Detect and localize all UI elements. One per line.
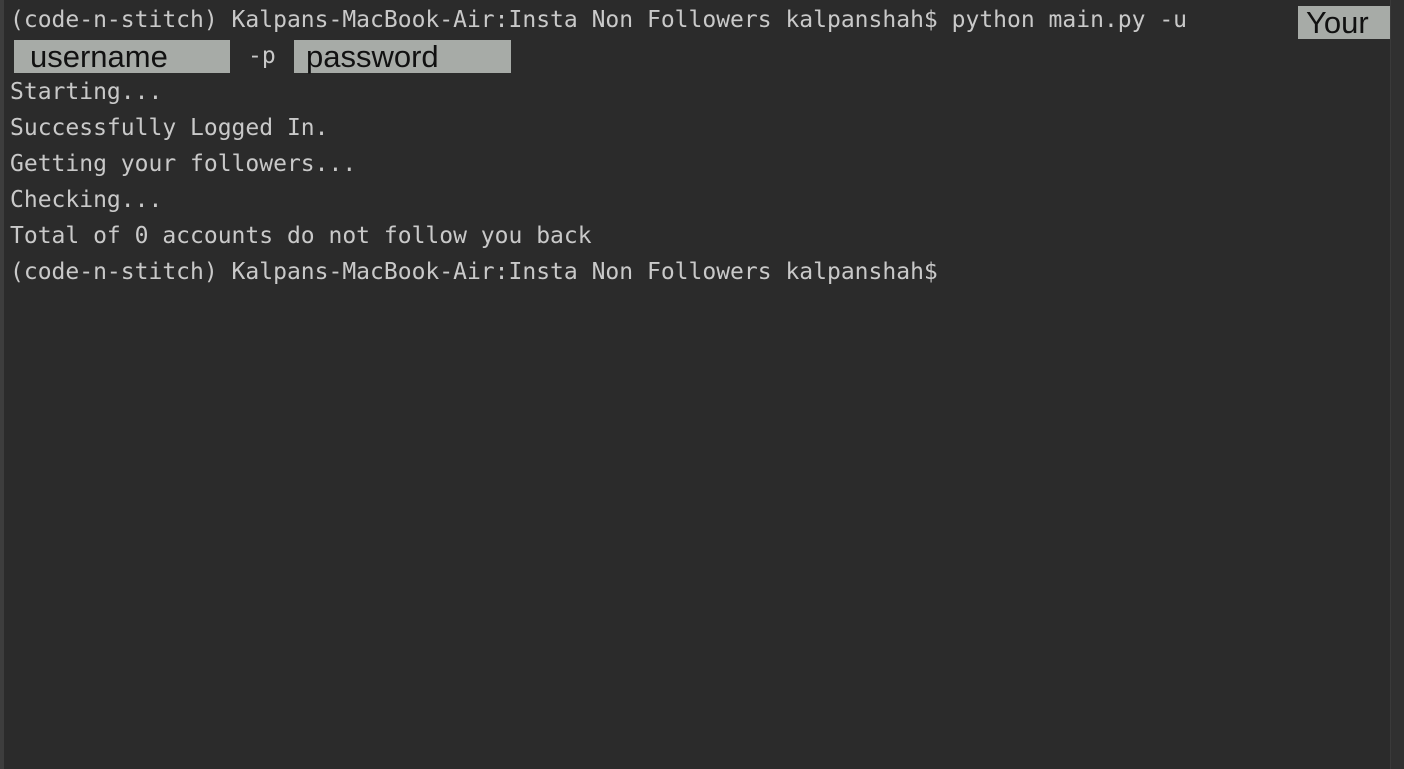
output-line-logged-in: Successfully Logged In. — [10, 115, 329, 141]
terminal-window[interactable]: (code-n-stitch) Kalpans-MacBook-Air:Inst… — [0, 0, 1404, 769]
output-line-starting: Starting... — [10, 79, 163, 105]
username-redaction-box-2: username — [14, 40, 230, 73]
password-flag: -p — [248, 43, 276, 69]
shell-prompt: (code-n-stitch) Kalpans-MacBook-Air:Inst… — [10, 7, 938, 33]
output-line-getting-followers: Getting your followers... — [10, 151, 357, 177]
final-shell-prompt: (code-n-stitch) Kalpans-MacBook-Air:Inst… — [10, 259, 938, 285]
command-text: python main.py -u — [951, 7, 1188, 33]
password-redaction-box: password — [294, 40, 511, 73]
window-left-border — [0, 0, 4, 769]
username-redaction-box-1: Your — [1298, 6, 1404, 39]
command-line: (code-n-stitch) Kalpans-MacBook-Air:Inst… — [10, 2, 1187, 38]
terminal-scrollbar-track[interactable] — [1390, 0, 1404, 769]
output-line-checking: Checking... — [10, 187, 163, 213]
output-line-total: Total of 0 accounts do not follow you ba… — [10, 223, 592, 249]
